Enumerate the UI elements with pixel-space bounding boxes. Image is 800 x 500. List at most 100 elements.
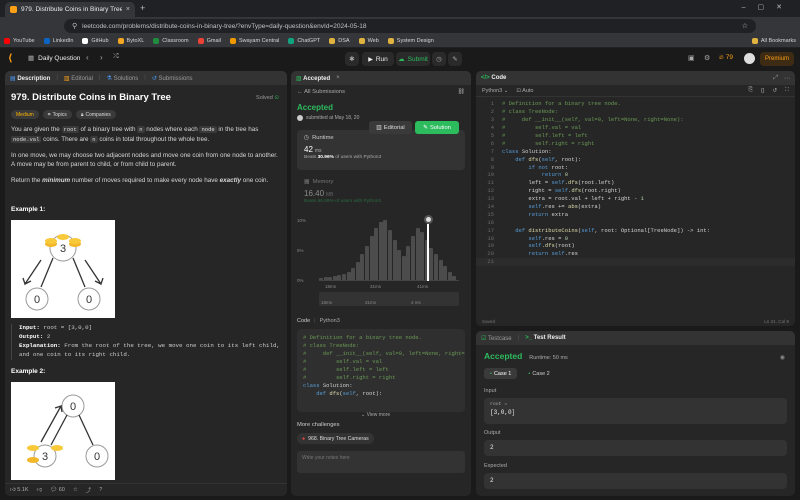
bookmark-item[interactable]: BytoXL xyxy=(117,38,144,44)
eye-icon[interactable]: ◉ xyxy=(780,354,785,361)
code-line[interactable]: 1 # Definition for a binary tree node. xyxy=(476,100,795,108)
distribution-bar[interactable] xyxy=(346,272,351,280)
bookmark-item[interactable]: Classroom xyxy=(153,38,189,44)
close-tab-icon[interactable]: × xyxy=(336,75,340,81)
browser-tab[interactable]: 979. Distribute Coins in Binary Tree × xyxy=(5,2,135,17)
prev-problem-icon[interactable]: ‹ xyxy=(86,53,89,62)
submit-button[interactable]: ☁ Submit xyxy=(396,52,430,66)
address-bar[interactable]: ⚲ leetcode.com/problems/distribute-coins… xyxy=(64,19,756,33)
distribution-bar[interactable] xyxy=(420,232,425,280)
share-icon[interactable]: ⤴ xyxy=(86,486,92,494)
all-bookmarks[interactable]: All Bookmarks xyxy=(751,38,796,44)
submitted-code[interactable]: # Definition for a binary tree node. # cl… xyxy=(297,329,465,412)
code-line[interactable]: 2 # class TreeNode: xyxy=(476,108,795,116)
tab-description[interactable]: ▤ Description xyxy=(10,75,50,82)
distribution-bar[interactable] xyxy=(374,228,379,280)
distribution-bar[interactable] xyxy=(383,220,388,280)
distribution-bar[interactable] xyxy=(328,277,333,280)
code-line[interactable]: 19 self.dfs(root) xyxy=(476,242,795,250)
code-line[interactable]: 7 class Solution: xyxy=(476,147,795,155)
distribution-bar[interactable] xyxy=(323,277,328,280)
challenge-chip[interactable]: ● 968. Binary Tree Cameras xyxy=(297,433,374,444)
distribution-bar[interactable] xyxy=(319,278,323,280)
tab-solutions[interactable]: ⚗ Solutions xyxy=(107,75,139,82)
leetcode-logo-icon[interactable]: ⟨ xyxy=(8,53,18,65)
code-line[interactable]: 11 left = self.dfs(root.left) xyxy=(476,179,795,187)
code-line[interactable]: 12 right = self.dfs(root.right) xyxy=(476,187,795,195)
window-controls[interactable]: –▢✕ xyxy=(742,3,794,11)
distribution-bar[interactable] xyxy=(434,254,438,280)
distribution-bar[interactable] xyxy=(452,276,457,280)
problem-title[interactable]: 979. Distribute Coins in Binary Tree xyxy=(11,92,281,103)
distribution-bar[interactable] xyxy=(332,276,337,280)
code-editor[interactable]: 1 # Definition for a binary tree node. 2 # … xyxy=(476,97,795,312)
favorite-icon[interactable]: ☆ xyxy=(73,487,78,493)
like-button[interactable]: 👍︎ 5.1K xyxy=(10,487,29,493)
bookmark-item[interactable]: System Design xyxy=(387,38,434,44)
code-line[interactable]: 5 # self.left = left xyxy=(476,132,795,140)
code-line[interactable]: 8 def dfs(self, root): xyxy=(476,155,795,163)
code-line[interactable]: 15 return extra xyxy=(476,210,795,218)
tab-submissions[interactable]: ↺ Submissions xyxy=(152,75,193,82)
distribution-bar[interactable] xyxy=(392,240,397,280)
code-line[interactable]: 21 xyxy=(476,257,795,266)
distribution-bar[interactable] xyxy=(388,230,392,280)
link-icon[interactable]: ⛓ xyxy=(458,89,465,95)
streak-counter[interactable]: 🔥︎ 79 xyxy=(719,54,733,62)
auto-toggle[interactable]: ⊡ Auto xyxy=(516,88,533,94)
code-line[interactable]: 9 if not root: xyxy=(476,163,795,171)
bookmark-item[interactable]: ChatGPT xyxy=(288,38,320,44)
runtime-distribution-chart[interactable]: 10% 5% 0% 18ms 31ms 41ms xyxy=(297,212,465,290)
code-line[interactable]: 18 self.res = 0 xyxy=(476,234,795,242)
help-icon[interactable]: ? xyxy=(99,487,102,493)
code-line[interactable]: 14 self.res += abs(extra) xyxy=(476,203,795,211)
distribution-bar[interactable] xyxy=(397,250,402,280)
code-line[interactable]: 17 def distributeCoins(self, root: Optio… xyxy=(476,226,795,234)
close-tab-icon[interactable]: × xyxy=(126,6,130,13)
distribution-bar[interactable] xyxy=(406,246,411,280)
topics-button[interactable]: ⌗ Topics xyxy=(42,110,72,119)
bookmark-item[interactable]: YouTube xyxy=(4,38,35,44)
solution-button[interactable]: ✎ Solution xyxy=(415,121,459,134)
shuffle-icon[interactable]: ⤮ xyxy=(113,53,119,61)
companies-button[interactable]: 🔒︎ Companies xyxy=(75,110,116,119)
bookmark-icon[interactable]: ⎘ xyxy=(748,87,752,94)
notes-input[interactable]: Write your notes here xyxy=(297,451,465,473)
tab-testcase[interactable]: ☑ Testcase xyxy=(481,335,512,342)
bookmark-item[interactable]: Gmail xyxy=(197,38,221,44)
code-line[interactable]: 13 extra = root.val + left + right - 1 xyxy=(476,195,795,203)
debug-button[interactable]: ✱ xyxy=(345,52,359,66)
distribution-bar[interactable] xyxy=(369,236,374,280)
distribution-bar[interactable] xyxy=(337,275,342,280)
language-select[interactable]: Python3 ⌄ xyxy=(482,88,508,94)
case-2-tab[interactable]: • Case 2 xyxy=(522,368,555,379)
layout-icon[interactable]: ▣ xyxy=(688,54,695,62)
notes-button[interactable]: ✎ xyxy=(448,52,462,66)
distribution-bar[interactable] xyxy=(411,236,415,280)
runtime-card[interactable]: ◷ Runtime 42 ms Beats 30.96% of users wit… xyxy=(297,130,465,170)
comments-button[interactable]: 💬︎ 60 xyxy=(50,487,65,493)
next-problem-icon[interactable]: › xyxy=(100,53,103,62)
bookmark-item[interactable]: GitHub xyxy=(82,38,109,44)
distribution-bar[interactable] xyxy=(342,274,346,280)
code-line[interactable]: 4 # self.val = val xyxy=(476,124,795,132)
distribution-bar[interactable] xyxy=(365,246,369,280)
distribution-bar[interactable] xyxy=(360,254,365,280)
memory-card[interactable]: ▦ Memory 16.40 MB Beats 96.89% of users w… xyxy=(297,175,465,208)
run-button[interactable]: ▶ Run xyxy=(362,52,394,66)
bookmark-item[interactable]: DSA xyxy=(329,38,350,44)
distribution-bar[interactable] xyxy=(355,262,360,280)
braces-icon[interactable]: {} xyxy=(761,88,765,94)
more-icon[interactable]: ⋯ xyxy=(784,75,790,82)
distribution-bar[interactable] xyxy=(429,248,434,280)
chart-range-slider[interactable]: 18ms 31ms 4 ms xyxy=(319,292,459,306)
distribution-bar[interactable] xyxy=(415,228,420,280)
case-1-tab[interactable]: • Case 1 xyxy=(484,368,518,379)
editorial-button[interactable]: ▥ Editorial xyxy=(369,121,412,134)
timer-button[interactable]: ◷ xyxy=(432,52,446,66)
distribution-bar[interactable] xyxy=(351,268,356,280)
site-info-icon[interactable]: ⚲ xyxy=(72,22,77,30)
bookmark-item[interactable]: LinkedIn xyxy=(43,38,73,44)
tab-code[interactable]: </> Code xyxy=(481,75,506,81)
distribution-bar[interactable] xyxy=(401,256,406,280)
